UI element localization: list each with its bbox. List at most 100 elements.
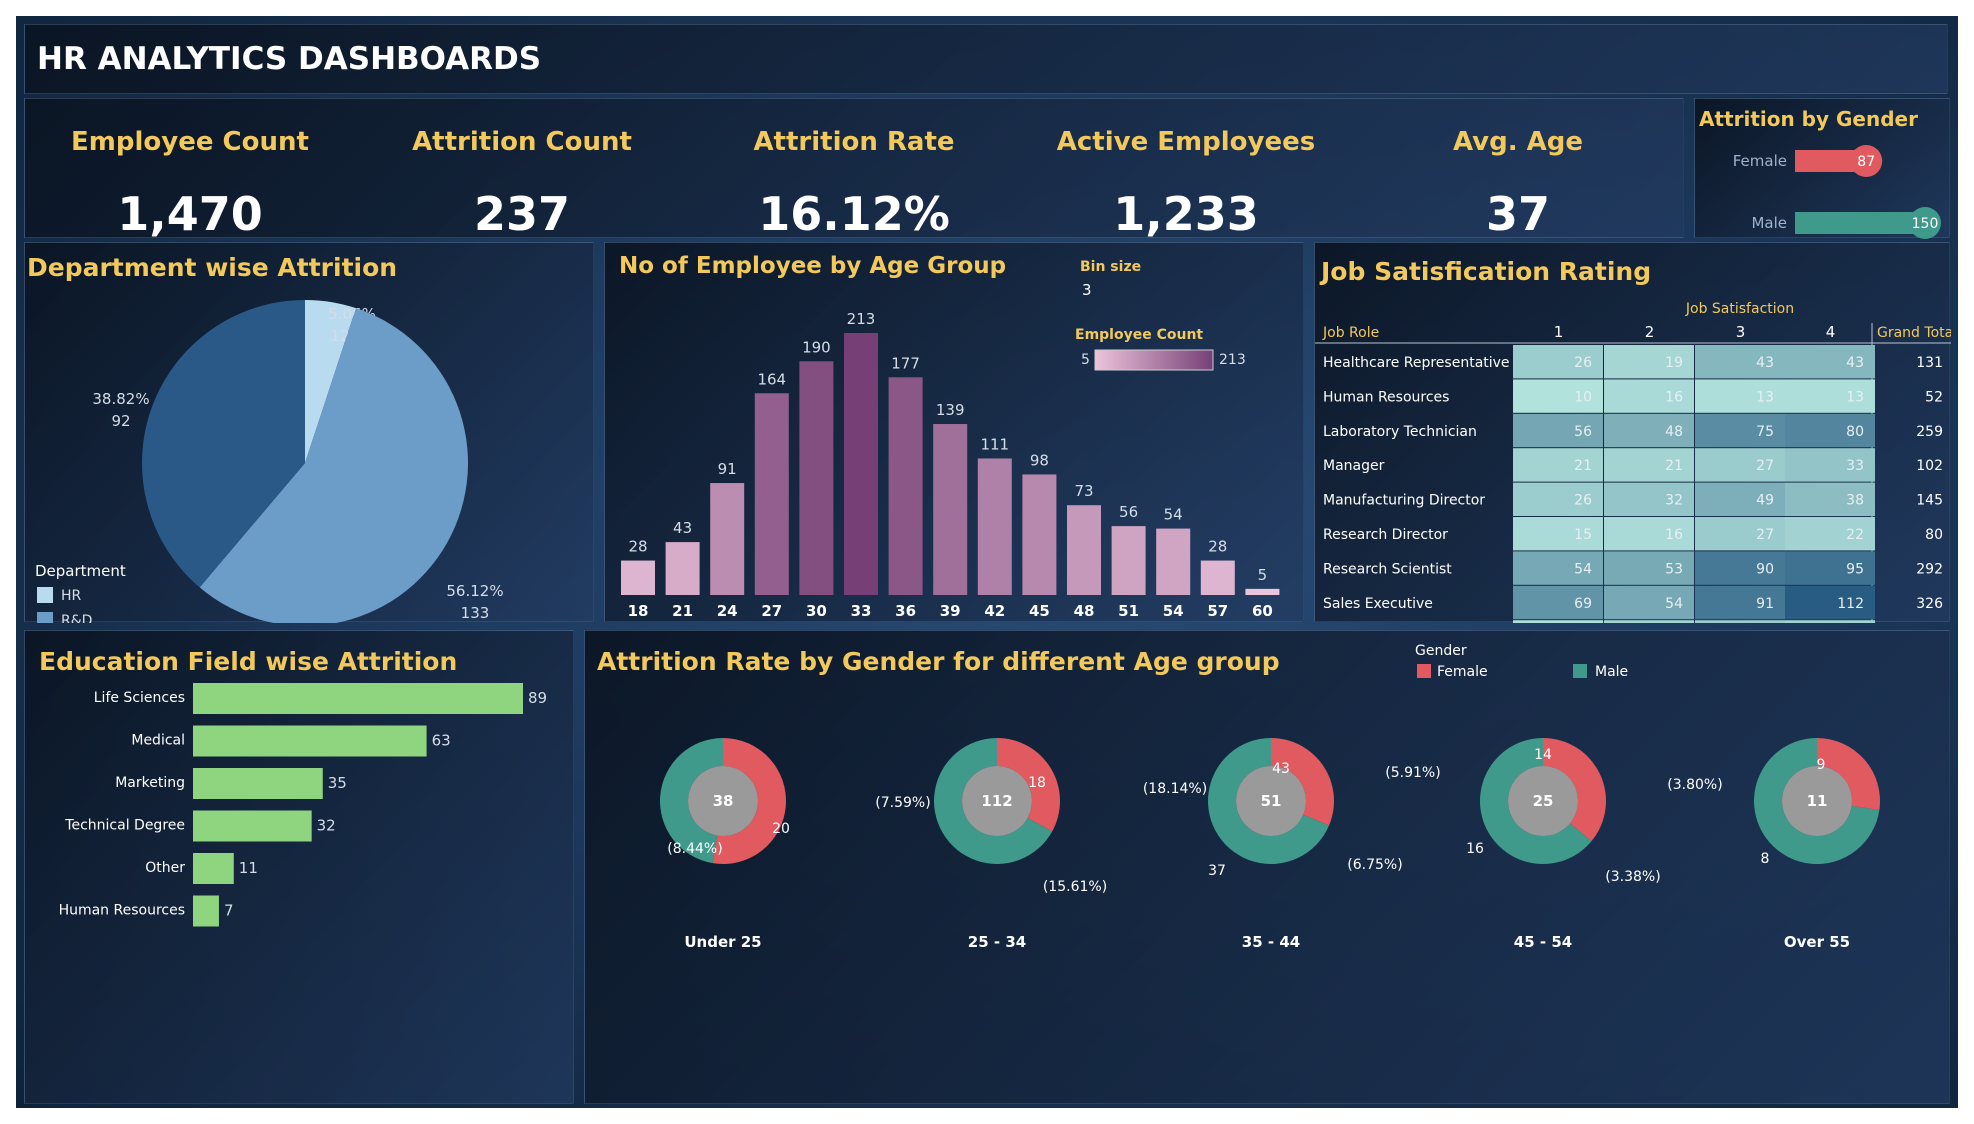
bar-category-label: Technical Degree — [64, 818, 185, 834]
slice-value-label: 92 — [111, 412, 130, 430]
row-label: Research Director — [1323, 527, 1448, 543]
heat-cell-value: 21 — [1574, 458, 1592, 474]
age-bar — [933, 424, 968, 595]
row-total: 131 — [1916, 355, 1943, 371]
bar-label: Male — [1751, 214, 1787, 232]
row-total: 52 — [1925, 389, 1943, 405]
heat-cell-value: 112 — [1837, 596, 1864, 612]
heat-cell-value: 27 — [1756, 527, 1774, 543]
x-tick-label: 45 — [1029, 602, 1050, 620]
department-attrition-panel: Department wise Attrition 5.06% 12 56.12% 1… — [24, 242, 594, 623]
legend-label: Female — [1437, 664, 1488, 680]
heat-cell-value: 49 — [1756, 493, 1774, 509]
bin-size-value: 3 — [1082, 281, 1092, 299]
bar-value-label: 28 — [628, 538, 647, 556]
bar-value-label: 35 — [328, 774, 347, 792]
age-group-bar-chart: 28 18 43 21 91 24 164 27 190 30 213 33 177 36 139 39 111… — [621, 259, 1280, 620]
heat-cell-value: 54 — [1665, 596, 1683, 612]
age-bar — [1111, 526, 1146, 595]
bar-value-label: 5 — [1258, 566, 1268, 584]
kpi-value: 237 — [473, 187, 571, 241]
age-bar — [977, 458, 1012, 595]
bar-value-label: 213 — [847, 310, 876, 328]
donut-total-label: 38 — [713, 792, 734, 810]
bar-value-label: 43 — [673, 519, 692, 537]
age-bar — [621, 560, 655, 595]
legend-swatch — [37, 612, 53, 623]
bar-value-label: 111 — [980, 435, 1009, 453]
heat-cell-value: 43 — [1846, 355, 1864, 371]
education-bar — [193, 725, 427, 757]
bar-value: 150 — [1912, 216, 1939, 232]
x-tick-label: 60 — [1252, 602, 1273, 620]
row-total: 326 — [1916, 596, 1943, 612]
gender-age-donut-charts: Gender Female Male 38 20 (8.44%) Under 25 112 18… — [660, 643, 1880, 951]
column-header: 1 — [1554, 323, 1564, 341]
department-pie-chart: 5.06%1256.12%13338.82%92DepartmentHRR&DS… — [35, 300, 504, 623]
bar-value-label: 190 — [802, 338, 831, 356]
heat-cell-value: 13 — [1846, 389, 1864, 405]
x-tick-label: 51 — [1118, 602, 1139, 620]
bar-value-label: 89 — [528, 689, 547, 707]
donut-total-label: 51 — [1261, 792, 1282, 810]
heat-cell-value: 16 — [1665, 527, 1683, 543]
age-bar — [754, 393, 789, 595]
donut-female-label: 43 — [1272, 761, 1290, 777]
education-bar — [193, 853, 234, 884]
x-tick-label: 57 — [1207, 602, 1228, 620]
kpi-label: Attrition Count — [412, 127, 632, 157]
heat-cell-value: 43 — [1756, 355, 1774, 371]
bar-value-label: 54 — [1164, 506, 1183, 524]
legend-label: R&D — [61, 613, 92, 623]
gender-age-panel: Attrition Rate by Gender for different A… — [584, 630, 1950, 1104]
heat-cell-value: 26 — [1574, 355, 1592, 371]
heat-cell-value: 33 — [1846, 458, 1864, 474]
row-total: 80 — [1925, 527, 1943, 543]
x-tick-label: 27 — [761, 602, 782, 620]
column-header: 4 — [1826, 323, 1836, 341]
donut-total-label: 112 — [981, 792, 1012, 810]
bar-category-label: Life Sciences — [94, 690, 185, 706]
heat-cell-value: 54 — [1574, 561, 1592, 577]
heat-cell-value: 91 — [1756, 596, 1774, 612]
heat-cell — [1604, 620, 1694, 623]
slice-pct-label: 56.12% — [446, 582, 503, 600]
donut-female-label: 20 — [772, 821, 790, 837]
row-total: 292 — [1916, 561, 1943, 577]
heat-cell-value: 48 — [1665, 424, 1683, 440]
bar-value-label: 164 — [757, 370, 786, 388]
heat-cell-value: 10 — [1574, 389, 1592, 405]
kpi-label: Active Employees — [1056, 127, 1316, 157]
legend-swatch — [1417, 664, 1431, 678]
color-legend-max: 213 — [1219, 352, 1246, 368]
job-satisfaction-heatmap: Job Satisfaction Job Role 1 2 3 4 Grand Total H… — [1315, 301, 1951, 623]
color-legend-title: Employee Count — [1075, 327, 1203, 343]
age-bar — [1022, 474, 1057, 595]
heat-cell-value: 80 — [1846, 424, 1864, 440]
education-bar — [193, 810, 312, 842]
row-label: Sales Executive — [1323, 596, 1433, 612]
donut-total-label: 25 — [1533, 792, 1554, 810]
donut-extra-label: (3.80%) — [1667, 777, 1722, 793]
age-group-label: Over 55 — [1784, 933, 1850, 951]
bar-category-label: Other — [145, 860, 185, 876]
kpi-value: 16.12% — [758, 187, 950, 241]
kpi-value: 37 — [1485, 187, 1550, 241]
legend-label: HR — [61, 588, 82, 604]
heat-cell — [1695, 620, 1785, 623]
heat-cell-value: 95 — [1846, 561, 1864, 577]
heat-cell-value: 69 — [1574, 596, 1592, 612]
legend-label: Male — [1595, 664, 1628, 680]
heat-cell-value: 22 — [1846, 527, 1864, 543]
bar-value-label: 73 — [1074, 482, 1093, 500]
column-header: 3 — [1736, 323, 1746, 341]
donut-extra-label: (6.75%) — [1347, 857, 1402, 873]
donut-male-label: 8 — [1761, 851, 1770, 867]
legend-title: Department — [35, 562, 126, 580]
education-bar-chart: Life Sciences 89 Medical 63 Marketing 35 Techn… — [59, 683, 547, 927]
column-header: 2 — [1645, 323, 1655, 341]
slice-value-label: 133 — [461, 604, 490, 622]
age-bar — [665, 542, 700, 595]
heat-cell-value: 16 — [1665, 389, 1683, 405]
age-bar — [1245, 588, 1280, 595]
